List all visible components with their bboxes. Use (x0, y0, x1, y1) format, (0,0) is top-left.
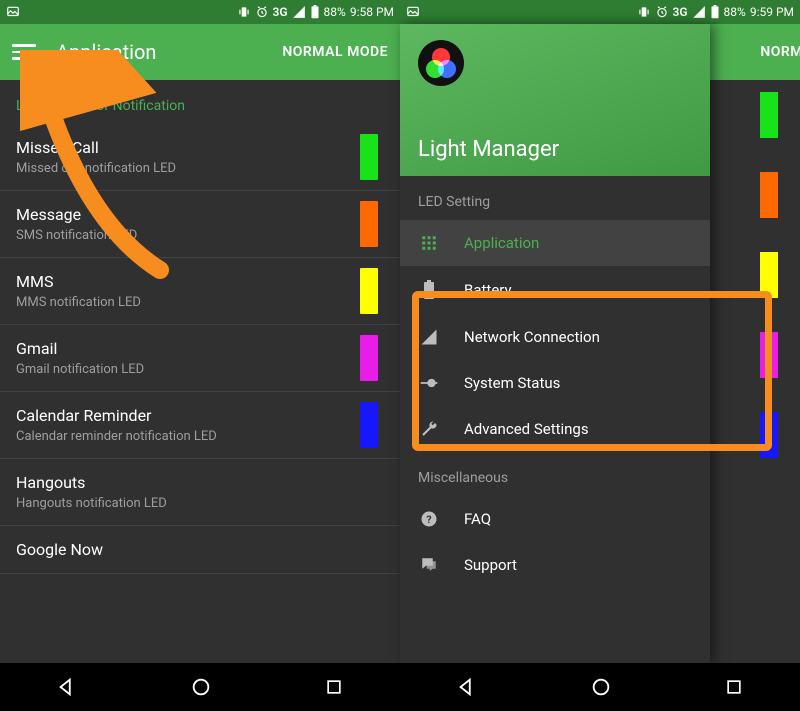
drawer-header: Light Manager (400, 24, 710, 176)
battery-percent: 88% (324, 5, 346, 19)
list-item-subtitle: Calendar reminder notification LED (16, 429, 384, 444)
signal-icon (292, 5, 306, 19)
help-icon: ? (418, 510, 440, 528)
led-color-swatch[interactable] (360, 268, 378, 314)
hamburger-icon[interactable] (12, 40, 36, 64)
list-item[interactable]: MMS MMS notification LED (0, 258, 400, 325)
phone-left: 3G 88% 9:58 PM Application NORMAL MODE L… (0, 0, 400, 711)
battery-icon (418, 280, 440, 300)
list-item[interactable]: Gmail Gmail notification LED (0, 325, 400, 392)
battery-percent: 88% (724, 5, 746, 19)
drawer-section-label: Miscellaneous (400, 452, 710, 496)
led-color-swatch[interactable] (360, 201, 378, 247)
drawer-item-label: FAQ (464, 510, 491, 528)
alarm-icon (655, 5, 669, 19)
list-item-title: Calendar Reminder (16, 406, 384, 425)
led-color-swatch[interactable] (760, 412, 778, 458)
drawer-item-label: Application (464, 234, 539, 252)
wrench-icon (418, 420, 440, 438)
list-item[interactable]: Message SMS notification LED (0, 191, 400, 258)
list-item-title: Google Now (16, 540, 384, 559)
network-type: 3G (673, 5, 688, 19)
list-item-title: Gmail (16, 339, 384, 358)
screenshot-icon (406, 5, 420, 19)
led-settings-list: Missed CallMissed call notification LEDM… (0, 124, 400, 574)
list-item-title: MMS (16, 272, 384, 291)
list-item-subtitle: MMS notification LED (16, 295, 384, 310)
clock-time: 9:59 PM (750, 5, 794, 19)
android-navbar (400, 663, 800, 711)
mode-button[interactable]: NORMAL MODE (282, 44, 388, 60)
phone-right: 3G 88% 9:59 PM NORMAL MODE (400, 0, 800, 711)
app-logo-icon (418, 40, 464, 86)
chat-icon (418, 556, 440, 574)
drawer-item-system-status[interactable]: System Status (400, 360, 710, 406)
list-item[interactable]: Missed Call Missed call notification LED (0, 124, 400, 191)
drawer-item-support[interactable]: Support (400, 542, 710, 588)
vibrate-icon (237, 5, 251, 19)
status-bar: 3G 88% 9:59 PM (400, 0, 800, 24)
nav-back-icon[interactable] (456, 676, 478, 698)
list-item-title: Hangouts (16, 473, 384, 492)
drawer-item-battery[interactable]: Battery (400, 266, 710, 314)
drawer-item-faq[interactable]: ? FAQ (400, 496, 710, 542)
nav-recent-icon[interactable] (724, 677, 744, 697)
list-item-subtitle: Missed call notification LED (16, 161, 384, 176)
led-color-swatch[interactable] (760, 172, 778, 218)
screenshot-icon (6, 5, 20, 19)
battery-icon (710, 5, 720, 19)
alarm-icon (255, 5, 269, 19)
page-title: Application (56, 40, 262, 64)
signal-icon (692, 5, 706, 19)
vibrate-icon (637, 5, 651, 19)
list-item-subtitle: SMS notification LED (16, 228, 384, 243)
drawer-item-label: Battery (464, 281, 512, 299)
drawer-item-label: Network Connection (464, 328, 600, 346)
list-item[interactable]: Calendar Reminder Calendar reminder notif… (0, 392, 400, 459)
led-color-swatch[interactable] (760, 332, 778, 378)
drawer-section-label: LED Setting (400, 176, 710, 220)
android-navbar (0, 663, 400, 711)
grid-icon (418, 234, 440, 252)
slider-icon (418, 376, 440, 390)
list-item-subtitle: Hangouts notification LED (16, 496, 384, 511)
nav-home-icon[interactable] (190, 676, 212, 698)
drawer-title: Light Manager (418, 137, 692, 162)
drawer-item-application[interactable]: Application (400, 220, 710, 266)
list-item[interactable]: Hangouts Hangouts notification LED (0, 459, 400, 526)
nav-back-icon[interactable] (56, 676, 78, 698)
drawer-item-advanced-settings[interactable]: Advanced Settings (400, 406, 710, 452)
drawer-item-network-connection[interactable]: Network Connection (400, 314, 710, 360)
nav-drawer: Light Manager LED Setting Application Batt… (400, 24, 710, 663)
nav-recent-icon[interactable] (324, 677, 344, 697)
svg-text:?: ? (426, 513, 431, 526)
network-type: 3G (273, 5, 288, 19)
led-color-swatch[interactable] (760, 92, 778, 138)
led-color-swatch[interactable] (360, 335, 378, 381)
drawer-item-label: Support (464, 556, 517, 574)
led-color-swatch[interactable] (360, 402, 378, 448)
led-color-swatch[interactable] (760, 252, 778, 298)
list-item-title: Missed Call (16, 138, 384, 157)
status-bar: 3G 88% 9:58 PM (0, 0, 400, 24)
section-header: LED Setting for Notification (0, 80, 400, 124)
list-item-title: Message (16, 205, 384, 224)
nav-home-icon[interactable] (590, 676, 612, 698)
clock-time: 9:58 PM (350, 5, 394, 19)
list-item[interactable]: Google Now (0, 526, 400, 574)
signal-icon (418, 328, 440, 346)
led-color-swatch[interactable] (360, 134, 378, 180)
list-item-subtitle: Gmail notification LED (16, 362, 384, 377)
drawer-item-label: Advanced Settings (464, 420, 589, 438)
mode-button[interactable]: NORMAL MODE (760, 44, 800, 60)
app-header: Application NORMAL MODE (0, 24, 400, 80)
drawer-item-label: System Status (464, 374, 560, 392)
battery-icon (310, 5, 320, 19)
